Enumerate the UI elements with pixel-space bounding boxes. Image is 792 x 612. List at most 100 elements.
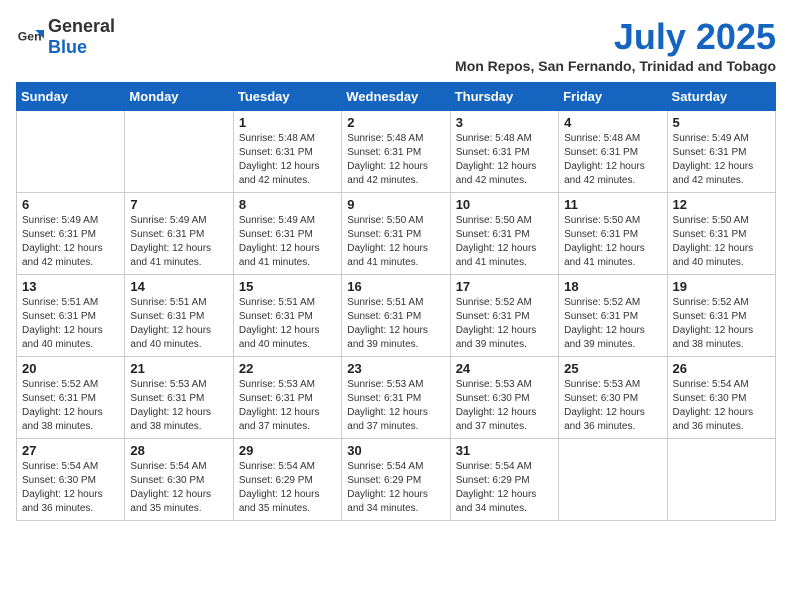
day-number: 28 <box>130 443 227 458</box>
day-info: Sunrise: 5:51 AM Sunset: 6:31 PM Dayligh… <box>347 296 444 352</box>
day-number: 12 <box>673 197 770 212</box>
calendar-week-row: 27 Sunrise: 5:54 AM Sunset: 6:30 PM Dayli… <box>17 439 776 521</box>
day-info: Sunrise: 5:53 AM Sunset: 6:30 PM Dayligh… <box>564 378 661 434</box>
day-number: 13 <box>22 279 119 294</box>
day-info: Sunrise: 5:54 AM Sunset: 6:30 PM Dayligh… <box>22 460 119 516</box>
calendar-week-row: 1 Sunrise: 5:48 AM Sunset: 6:31 PM Daylig… <box>17 111 776 193</box>
day-info: Sunrise: 5:49 AM Sunset: 6:31 PM Dayligh… <box>673 132 770 188</box>
day-number: 2 <box>347 115 444 130</box>
weekday-header-wednesday: Wednesday <box>342 83 450 111</box>
day-info: Sunrise: 5:52 AM Sunset: 6:31 PM Dayligh… <box>673 296 770 352</box>
day-number: 24 <box>456 361 553 376</box>
weekday-header-friday: Friday <box>559 83 667 111</box>
calendar-cell: 15Sunrise: 5:51 AM Sunset: 6:31 PM Dayli… <box>233 275 341 357</box>
weekday-header-row: SundayMondayTuesdayWednesdayThursdayFrid… <box>17 83 776 111</box>
day-number: 20 <box>22 361 119 376</box>
day-number: 1 <box>239 115 336 130</box>
calendar-cell: 13 Sunrise: 5:51 AM Sunset: 6:31 PM Dayli… <box>17 275 125 357</box>
day-number: 29 <box>239 443 336 458</box>
logo-general-text: General <box>48 16 115 36</box>
day-info: Sunrise: 5:54 AM Sunset: 6:29 PM Dayligh… <box>239 460 336 516</box>
day-number: 22 <box>239 361 336 376</box>
calendar-cell: 26Sunrise: 5:54 AM Sunset: 6:30 PM Dayli… <box>667 357 775 439</box>
calendar-cell: 23 Sunrise: 5:53 AM Sunset: 6:31 PM Dayli… <box>342 357 450 439</box>
day-number: 18 <box>564 279 661 294</box>
calendar-cell <box>559 439 667 521</box>
day-number: 17 <box>456 279 553 294</box>
logo: Gen General Blue <box>16 16 115 58</box>
logo-blue-text: Blue <box>48 37 87 57</box>
day-info: Sunrise: 5:48 AM Sunset: 6:31 PM Dayligh… <box>347 132 444 188</box>
day-number: 15 <box>239 279 336 294</box>
calendar-cell: 12 Sunrise: 5:50 AM Sunset: 6:31 PM Dayli… <box>667 193 775 275</box>
day-info: Sunrise: 5:54 AM Sunset: 6:29 PM Dayligh… <box>456 460 553 516</box>
day-number: 6 <box>22 197 119 212</box>
calendar-cell: 30Sunrise: 5:54 AM Sunset: 6:29 PM Dayli… <box>342 439 450 521</box>
day-info: Sunrise: 5:53 AM Sunset: 6:30 PM Dayligh… <box>456 378 553 434</box>
day-info: Sunrise: 5:52 AM Sunset: 6:31 PM Dayligh… <box>22 378 119 434</box>
day-info: Sunrise: 5:49 AM Sunset: 6:31 PM Dayligh… <box>130 214 227 270</box>
day-number: 27 <box>22 443 119 458</box>
title-block: July 2025 Mon Repos, San Fernando, Trini… <box>455 16 776 74</box>
logo-icon: Gen <box>16 23 44 51</box>
day-info: Sunrise: 5:50 AM Sunset: 6:31 PM Dayligh… <box>673 214 770 270</box>
calendar-cell <box>125 111 233 193</box>
calendar-cell: 17 Sunrise: 5:52 AM Sunset: 6:31 PM Dayli… <box>450 275 558 357</box>
day-info: Sunrise: 5:51 AM Sunset: 6:31 PM Dayligh… <box>130 296 227 352</box>
calendar-cell: 3 Sunrise: 5:48 AM Sunset: 6:31 PM Daylig… <box>450 111 558 193</box>
calendar-table: SundayMondayTuesdayWednesdayThursdayFrid… <box>16 82 776 521</box>
day-number: 19 <box>673 279 770 294</box>
calendar-cell: 5 Sunrise: 5:49 AM Sunset: 6:31 PM Daylig… <box>667 111 775 193</box>
calendar-cell: 25 Sunrise: 5:53 AM Sunset: 6:30 PM Dayli… <box>559 357 667 439</box>
calendar-cell: 24 Sunrise: 5:53 AM Sunset: 6:30 PM Dayli… <box>450 357 558 439</box>
calendar-cell: 18 Sunrise: 5:52 AM Sunset: 6:31 PM Dayli… <box>559 275 667 357</box>
calendar-cell: 19 Sunrise: 5:52 AM Sunset: 6:31 PM Dayli… <box>667 275 775 357</box>
calendar-cell: 20 Sunrise: 5:52 AM Sunset: 6:31 PM Dayli… <box>17 357 125 439</box>
calendar-cell: 9 Sunrise: 5:50 AM Sunset: 6:31 PM Daylig… <box>342 193 450 275</box>
day-info: Sunrise: 5:48 AM Sunset: 6:31 PM Dayligh… <box>239 132 336 188</box>
calendar-cell: 16Sunrise: 5:51 AM Sunset: 6:31 PM Dayli… <box>342 275 450 357</box>
day-info: Sunrise: 5:53 AM Sunset: 6:31 PM Dayligh… <box>130 378 227 434</box>
calendar-cell: 27 Sunrise: 5:54 AM Sunset: 6:30 PM Dayli… <box>17 439 125 521</box>
day-number: 23 <box>347 361 444 376</box>
calendar-cell: 6Sunrise: 5:49 AM Sunset: 6:31 PM Daylig… <box>17 193 125 275</box>
calendar-cell: 11Sunrise: 5:50 AM Sunset: 6:31 PM Dayli… <box>559 193 667 275</box>
header: Gen General Blue July 2025 Mon Repos, Sa… <box>16 16 776 74</box>
day-number: 21 <box>130 361 227 376</box>
calendar-week-row: 6 Sunrise: 5:49 AM Sunset: 6:31 PM Daylig… <box>17 193 776 275</box>
calendar-cell: 31Sunrise: 5:54 AM Sunset: 6:29 PM Dayli… <box>450 439 558 521</box>
day-number: 7 <box>130 197 227 212</box>
calendar-week-row: 20 Sunrise: 5:52 AM Sunset: 6:31 PM Dayli… <box>17 357 776 439</box>
calendar-cell: 29 Sunrise: 5:54 AM Sunset: 6:29 PM Dayli… <box>233 439 341 521</box>
weekday-header-saturday: Saturday <box>667 83 775 111</box>
day-info: Sunrise: 5:51 AM Sunset: 6:31 PM Dayligh… <box>22 296 119 352</box>
calendar-cell: 2 Sunrise: 5:48 AM Sunset: 6:31 PM Daylig… <box>342 111 450 193</box>
day-info: Sunrise: 5:53 AM Sunset: 6:31 PM Dayligh… <box>347 378 444 434</box>
day-number: 25 <box>564 361 661 376</box>
calendar-cell <box>17 111 125 193</box>
day-number: 9 <box>347 197 444 212</box>
day-info: Sunrise: 5:52 AM Sunset: 6:31 PM Dayligh… <box>564 296 661 352</box>
day-info: Sunrise: 5:50 AM Sunset: 6:31 PM Dayligh… <box>347 214 444 270</box>
day-number: 10 <box>456 197 553 212</box>
calendar-cell: 8Sunrise: 5:49 AM Sunset: 6:31 PM Daylig… <box>233 193 341 275</box>
calendar-cell <box>667 439 775 521</box>
day-info: Sunrise: 5:50 AM Sunset: 6:31 PM Dayligh… <box>456 214 553 270</box>
weekday-header-monday: Monday <box>125 83 233 111</box>
day-number: 3 <box>456 115 553 130</box>
day-info: Sunrise: 5:54 AM Sunset: 6:29 PM Dayligh… <box>347 460 444 516</box>
day-number: 26 <box>673 361 770 376</box>
day-info: Sunrise: 5:48 AM Sunset: 6:31 PM Dayligh… <box>456 132 553 188</box>
day-info: Sunrise: 5:54 AM Sunset: 6:30 PM Dayligh… <box>130 460 227 516</box>
day-info: Sunrise: 5:53 AM Sunset: 6:31 PM Dayligh… <box>239 378 336 434</box>
calendar-cell: 28 Sunrise: 5:54 AM Sunset: 6:30 PM Dayli… <box>125 439 233 521</box>
day-info: Sunrise: 5:52 AM Sunset: 6:31 PM Dayligh… <box>456 296 553 352</box>
calendar-cell: 7 Sunrise: 5:49 AM Sunset: 6:31 PM Daylig… <box>125 193 233 275</box>
calendar-week-row: 13 Sunrise: 5:51 AM Sunset: 6:31 PM Dayli… <box>17 275 776 357</box>
calendar-subtitle: Mon Repos, San Fernando, Trinidad and To… <box>455 58 776 74</box>
calendar-title: July 2025 <box>455 16 776 58</box>
weekday-header-sunday: Sunday <box>17 83 125 111</box>
day-info: Sunrise: 5:48 AM Sunset: 6:31 PM Dayligh… <box>564 132 661 188</box>
day-number: 5 <box>673 115 770 130</box>
calendar-cell: 22 Sunrise: 5:53 AM Sunset: 6:31 PM Dayli… <box>233 357 341 439</box>
